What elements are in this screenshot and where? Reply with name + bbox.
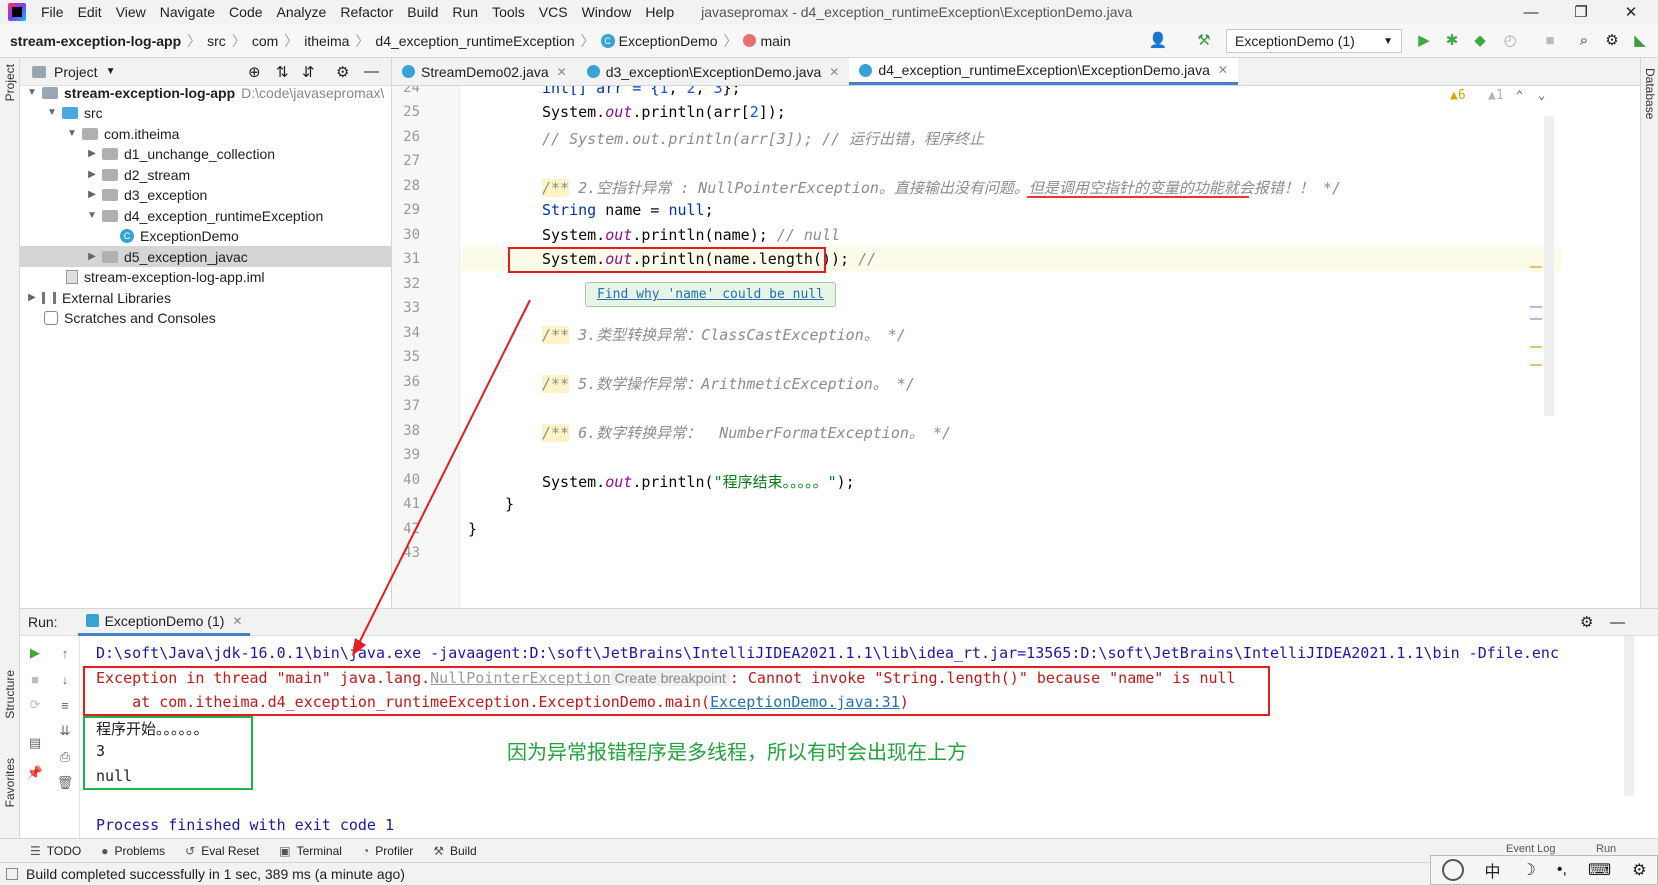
problems-icon: ● — [101, 843, 109, 858]
tool-label: Profiler — [375, 843, 414, 858]
status-text: Build completed successfully in 1 sec, 3… — [26, 866, 405, 882]
tool-label: Build — [449, 843, 477, 858]
event-log-button[interactable]: Event Log — [1506, 843, 1556, 855]
profiler-icon: ◔ — [361, 843, 370, 858]
tool-label: Problems — [114, 843, 166, 858]
ime-halfwidth-icon[interactable]: ☽ — [1522, 860, 1536, 880]
run-tool-button[interactable]: Run — [1596, 843, 1616, 855]
annotation-arrow — [352, 299, 531, 656]
bottom-tool-bar: ☰ TODO ● Problems ↺ Eval Reset ▣ Terminal ◔ P… — [0, 838, 1658, 862]
todo-tool-button[interactable]: ☰ TODO — [30, 844, 81, 858]
eval-reset-tool-button[interactable]: ↺ Eval Reset — [185, 844, 259, 858]
terminal-icon: ▣ — [279, 843, 291, 858]
ime-chinese-mode[interactable]: 中 — [1485, 858, 1501, 882]
status-bar: Build completed successfully in 1 sec, 3… — [0, 862, 1658, 885]
status-toggle-icon[interactable] — [6, 868, 18, 880]
tool-label: Eval Reset — [201, 843, 260, 858]
ime-settings-icon[interactable]: ⚙ — [1632, 860, 1646, 880]
terminal-tool-button[interactable]: ▣ Terminal — [279, 844, 342, 858]
ime-toolbar: 中 ☽ •, ⌨ ⚙ — [1430, 855, 1658, 885]
ime-keyboard-icon[interactable]: ⌨ — [1588, 860, 1611, 880]
build-tool-button[interactable]: ⚒ Build — [433, 844, 476, 858]
problems-tool-button[interactable]: ● Problems — [101, 844, 165, 858]
todo-icon: ☰ — [30, 843, 41, 858]
tool-label: Terminal — [296, 843, 342, 858]
profiler-tool-button[interactable]: ◔ Profiler — [362, 844, 413, 858]
build-icon: ⚒ — [433, 843, 444, 858]
ime-punctuation-icon[interactable]: •, — [1557, 861, 1567, 879]
tool-label: TODO — [46, 843, 82, 858]
ime-logo-icon[interactable] — [1441, 859, 1464, 881]
reset-icon: ↺ — [185, 843, 196, 858]
